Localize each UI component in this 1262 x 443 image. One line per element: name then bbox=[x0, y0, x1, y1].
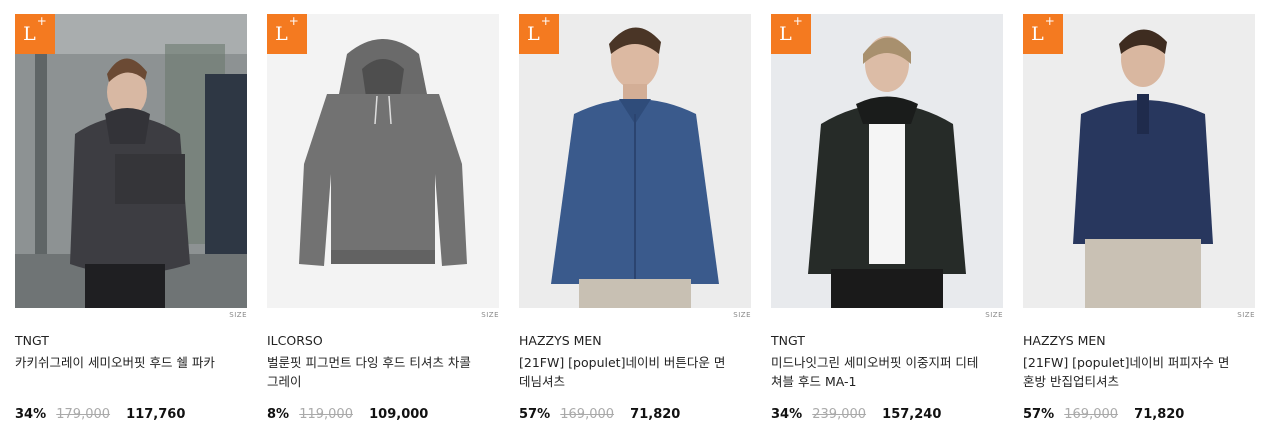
discount-rate: 8% bbox=[267, 407, 290, 422]
brand-name: TNGT bbox=[15, 333, 49, 348]
product-card[interactable]: L+ SIZE TNGT 카키쉬그레이 세미오버핏 후드 쉘 파카 34% 17… bbox=[15, 14, 247, 424]
product-card[interactable]: L+ SIZE HAZZYS MEN [21FW] [populet]네이비 퍼… bbox=[1023, 14, 1255, 424]
lplus-badge: L+ bbox=[771, 14, 811, 54]
discount-rate: 34% bbox=[15, 407, 47, 422]
price-row: 34% 179,000 117,760 bbox=[15, 406, 247, 424]
model-in-ma1-jacket bbox=[771, 14, 1003, 308]
size-link[interactable]: SIZE bbox=[519, 309, 751, 321]
product-image[interactable]: L+ bbox=[771, 14, 1003, 308]
discount-rate: 34% bbox=[771, 407, 803, 422]
original-price: 169,000 bbox=[560, 407, 615, 422]
final-price: 71,820 bbox=[630, 407, 681, 422]
size-link[interactable]: SIZE bbox=[1023, 309, 1255, 321]
brand-name: ILCORSO bbox=[267, 333, 323, 348]
price-row: 8% 119,000 109,000 bbox=[267, 406, 499, 424]
brand-name: TNGT bbox=[771, 333, 805, 348]
model-in-navy-halfzip bbox=[1023, 14, 1255, 308]
final-price: 157,240 bbox=[882, 407, 942, 422]
brand-name: HAZZYS MEN bbox=[1023, 333, 1106, 348]
final-price: 109,000 bbox=[369, 407, 429, 422]
discount-rate: 57% bbox=[519, 407, 551, 422]
product-image[interactable]: L+ bbox=[15, 14, 247, 308]
price-row: 34% 239,000 157,240 bbox=[771, 406, 1003, 424]
discount-rate: 57% bbox=[1023, 407, 1055, 422]
product-name[interactable]: 미드나잇그린 세미오버핏 이중지퍼 디테쳐블 후드 MA-1 bbox=[771, 353, 981, 391]
product-name[interactable]: [21FW] [populet]네이비 버튼다운 면 데님셔츠 bbox=[519, 353, 729, 391]
lplus-badge: L+ bbox=[1023, 14, 1063, 54]
product-card[interactable]: L+ SIZE TNGT 미드나잇그린 세미오버핏 이중지퍼 디테쳐블 후드 M… bbox=[771, 14, 1003, 424]
brand-name: HAZZYS MEN bbox=[519, 333, 602, 348]
size-link[interactable]: SIZE bbox=[771, 309, 1003, 321]
grey-hoodie-image bbox=[267, 14, 499, 308]
lplus-badge: L+ bbox=[267, 14, 307, 54]
product-card[interactable]: L+ SIZE ILCORSO 벌룬핏 피그먼트 다잉 후드 티셔츠 차콜그레이… bbox=[267, 14, 499, 424]
original-price: 179,000 bbox=[56, 407, 111, 422]
original-price: 239,000 bbox=[812, 407, 867, 422]
model-in-denim-shirt bbox=[519, 14, 751, 308]
product-name[interactable]: [21FW] [populet]네이비 퍼피자수 면혼방 반집업티셔츠 bbox=[1023, 353, 1233, 391]
product-name[interactable]: 카키쉬그레이 세미오버핏 후드 쉘 파카 bbox=[15, 353, 225, 391]
price-row: 57% 169,000 71,820 bbox=[1023, 406, 1255, 424]
size-link[interactable]: SIZE bbox=[267, 309, 499, 321]
product-card[interactable]: L+ SIZE HAZZYS MEN [21FW] [populet]네이비 버… bbox=[519, 14, 751, 424]
product-name[interactable]: 벌룬핏 피그먼트 다잉 후드 티셔츠 차콜그레이 bbox=[267, 353, 477, 391]
model-in-hooded-parka bbox=[15, 14, 247, 308]
product-grid: L+ SIZE TNGT 카키쉬그레이 세미오버핏 후드 쉘 파카 34% 17… bbox=[0, 0, 1262, 443]
size-link[interactable]: SIZE bbox=[15, 309, 247, 321]
original-price: 119,000 bbox=[299, 407, 353, 422]
product-image[interactable]: L+ bbox=[1023, 14, 1255, 308]
final-price: 117,760 bbox=[126, 407, 186, 422]
final-price: 71,820 bbox=[1134, 407, 1185, 422]
product-image[interactable]: L+ bbox=[267, 14, 499, 308]
lplus-badge: L+ bbox=[519, 14, 559, 54]
product-image[interactable]: L+ bbox=[519, 14, 751, 308]
price-row: 57% 169,000 71,820 bbox=[519, 406, 751, 424]
original-price: 169,000 bbox=[1064, 407, 1119, 422]
lplus-badge: L+ bbox=[15, 14, 55, 54]
